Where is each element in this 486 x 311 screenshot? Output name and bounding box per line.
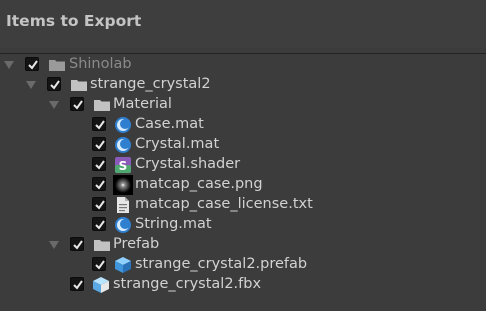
tree-item-label: strange_crystal2.fbx bbox=[113, 276, 262, 292]
checkbox[interactable] bbox=[92, 177, 106, 191]
folder-icon bbox=[93, 236, 111, 254]
tree-item-label: Material bbox=[113, 96, 172, 112]
chevron-down-icon[interactable] bbox=[49, 101, 59, 109]
text-file-icon bbox=[114, 196, 132, 214]
material-icon bbox=[114, 216, 132, 234]
material-icon bbox=[114, 116, 132, 134]
panel-header: Items to Export bbox=[0, 0, 486, 48]
tree-row-prefab-folder[interactable]: Prefab bbox=[0, 235, 486, 255]
checkbox[interactable] bbox=[92, 217, 106, 231]
folder-icon bbox=[93, 96, 111, 114]
tree-item-label: strange_crystal2.prefab bbox=[135, 256, 308, 272]
checkbox[interactable] bbox=[92, 117, 106, 131]
tree-item-label: matcap_case_license.txt bbox=[135, 196, 313, 212]
checkbox[interactable] bbox=[70, 237, 84, 251]
material-icon bbox=[114, 136, 132, 154]
shader-icon: S bbox=[114, 156, 132, 174]
tree-row-strange-crystal2[interactable]: strange_crystal2 bbox=[0, 75, 486, 95]
tree-row-license-txt[interactable]: matcap_case_license.txt bbox=[0, 195, 486, 215]
tree-item-label: String.mat bbox=[135, 216, 212, 232]
tree-item-label: matcap_case.png bbox=[135, 176, 263, 192]
tree-row-shinolab[interactable]: Shinolab bbox=[0, 55, 486, 75]
tree-row-case-mat[interactable]: Case.mat bbox=[0, 115, 486, 135]
tree-item-label: Crystal.shader bbox=[135, 156, 241, 172]
tree-item-label: Crystal.mat bbox=[135, 136, 220, 152]
tree-item-label: Shinolab bbox=[69, 56, 132, 72]
chevron-down-icon[interactable] bbox=[26, 81, 36, 89]
tree-item-label: Prefab bbox=[113, 236, 160, 252]
checkbox[interactable] bbox=[92, 197, 106, 211]
tree-item-label: Case.mat bbox=[135, 116, 204, 132]
checkbox[interactable] bbox=[92, 157, 106, 171]
checkbox[interactable] bbox=[47, 77, 61, 91]
chevron-down-icon[interactable] bbox=[49, 241, 59, 249]
tree-row-fbx-model[interactable]: strange_crystal2.fbx bbox=[0, 275, 486, 295]
model-icon bbox=[92, 276, 110, 294]
tree-item-label: strange_crystal2 bbox=[90, 76, 211, 92]
checkbox[interactable] bbox=[92, 257, 106, 271]
svg-text:S: S bbox=[119, 159, 128, 173]
checkbox[interactable] bbox=[70, 277, 84, 291]
header-divider bbox=[0, 53, 486, 54]
tree-row-material-folder[interactable]: Material bbox=[0, 95, 486, 115]
export-tree: Shinolab strange_crystal2 Material Case.… bbox=[0, 55, 486, 311]
checkbox[interactable] bbox=[92, 137, 106, 151]
chevron-down-icon[interactable] bbox=[4, 61, 14, 69]
checkbox[interactable] bbox=[25, 57, 39, 71]
panel-title: Items to Export bbox=[6, 12, 142, 30]
prefab-icon bbox=[114, 256, 132, 274]
folder-icon bbox=[48, 56, 66, 74]
tree-row-matcap-case-png[interactable]: matcap_case.png bbox=[0, 175, 486, 195]
tree-row-crystal-mat[interactable]: Crystal.mat bbox=[0, 135, 486, 155]
folder-icon bbox=[70, 76, 88, 94]
tree-row-prefab-asset[interactable]: strange_crystal2.prefab bbox=[0, 255, 486, 275]
tree-row-string-mat[interactable]: String.mat bbox=[0, 215, 486, 235]
tree-row-crystal-shader[interactable]: S Crystal.shader bbox=[0, 155, 486, 175]
texture-icon bbox=[113, 175, 133, 195]
checkbox[interactable] bbox=[70, 97, 84, 111]
